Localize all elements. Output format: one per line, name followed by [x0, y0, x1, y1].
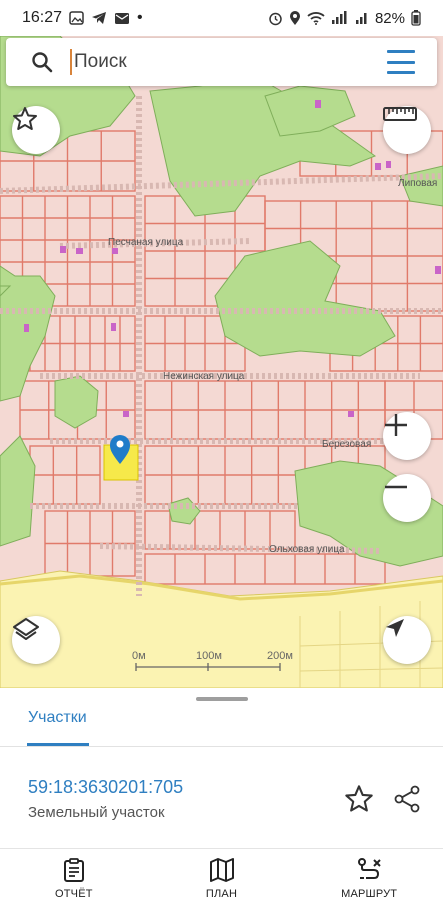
battery-percent: 82% — [374, 9, 405, 27]
building — [435, 266, 441, 274]
share-icon — [394, 785, 420, 813]
tab-parcels[interactable]: Участки — [28, 709, 87, 727]
street-label: Песчаная улица — [108, 237, 184, 248]
street-label: Березовая — [322, 439, 371, 450]
building — [76, 248, 83, 254]
street-label: Липовая — [398, 178, 437, 189]
status-time: 16:27 — [22, 9, 63, 26]
favorite-map-button[interactable] — [12, 106, 60, 154]
star-outline-icon — [13, 107, 37, 130]
parcel-cadastral-number[interactable]: 59:18:3630201:705 — [28, 777, 183, 798]
location-icon — [289, 10, 300, 25]
signal-icon — [331, 11, 347, 24]
navigation-arrow-icon — [386, 619, 404, 637]
scale-bar — [135, 663, 281, 671]
plus-icon — [385, 414, 407, 436]
nav-label: МАРШРУТ — [341, 888, 398, 900]
zoom-out-button[interactable] — [383, 474, 431, 522]
parcel-panel: Участки 59:18:3630201:705 Земельный учас… — [0, 688, 443, 848]
share-parcel-button[interactable] — [392, 784, 422, 814]
route-icon — [358, 858, 381, 879]
building — [315, 100, 321, 108]
minus-icon — [385, 485, 407, 489]
scale-label-200: 200м — [267, 650, 293, 662]
parcel-type: Земельный участок — [28, 804, 165, 821]
status-bar: 16:27 • 82% — [0, 0, 443, 36]
wifi-icon — [307, 12, 325, 25]
building — [348, 411, 354, 417]
building — [111, 323, 116, 331]
building — [375, 163, 381, 170]
gallery-icon — [69, 11, 84, 25]
building — [60, 246, 66, 253]
cadastral-map[interactable]: Песчаная улица Нежинская улица Березовая… — [0, 36, 443, 688]
menu-icon-line — [387, 60, 415, 64]
menu-button[interactable] — [387, 50, 415, 74]
favorite-parcel-button[interactable] — [344, 784, 374, 814]
app-screen: 16:27 • 82% Песчаная улица Нежинская ули… — [0, 0, 443, 910]
nav-route[interactable]: МАРШРУТ — [295, 849, 443, 910]
signal-2-icon — [355, 13, 367, 24]
scale-label-0: 0м — [132, 650, 146, 662]
street-label: Нежинская улица — [163, 371, 245, 382]
bottom-navigation: ОТЧЁТ ПЛАН МАРШРУТ — [0, 848, 443, 910]
layers-icon — [13, 618, 39, 640]
mail-icon — [115, 13, 130, 24]
star-outline-icon — [345, 785, 373, 812]
nav-label: ОТЧЁТ — [55, 888, 93, 900]
divider — [0, 746, 443, 747]
search-bar — [6, 38, 437, 86]
nav-plan[interactable]: ПЛАН — [148, 849, 296, 910]
scale-label-100: 100м — [196, 650, 222, 662]
panel-drag-handle[interactable] — [196, 697, 248, 701]
search-input[interactable] — [70, 49, 350, 75]
map-plan-icon — [209, 858, 234, 882]
search-icon[interactable] — [30, 50, 54, 74]
ruler-button[interactable] — [383, 106, 431, 154]
battery-icon — [411, 10, 421, 26]
report-icon — [63, 858, 84, 882]
map-scale: 0м 100м 200м — [132, 650, 293, 688]
menu-icon-line — [387, 50, 415, 53]
alarm-icon — [269, 12, 282, 25]
layers-button[interactable] — [12, 616, 60, 664]
building — [386, 161, 391, 168]
building — [112, 248, 118, 254]
menu-icon-line — [387, 71, 415, 74]
map-canvas[interactable]: Песчаная улица Нежинская улица Березовая… — [0, 36, 443, 688]
my-location-button[interactable] — [383, 616, 431, 664]
nav-label: ПЛАН — [205, 888, 238, 900]
building — [123, 411, 129, 417]
telegram-icon — [92, 12, 107, 24]
building — [24, 324, 29, 332]
nav-report[interactable]: ОТЧЁТ — [0, 849, 148, 910]
zoom-in-button[interactable] — [383, 412, 431, 460]
ruler-icon — [383, 107, 417, 121]
notification-dot-icon: • — [137, 9, 143, 26]
street-label: Ольховая улица — [269, 544, 345, 555]
